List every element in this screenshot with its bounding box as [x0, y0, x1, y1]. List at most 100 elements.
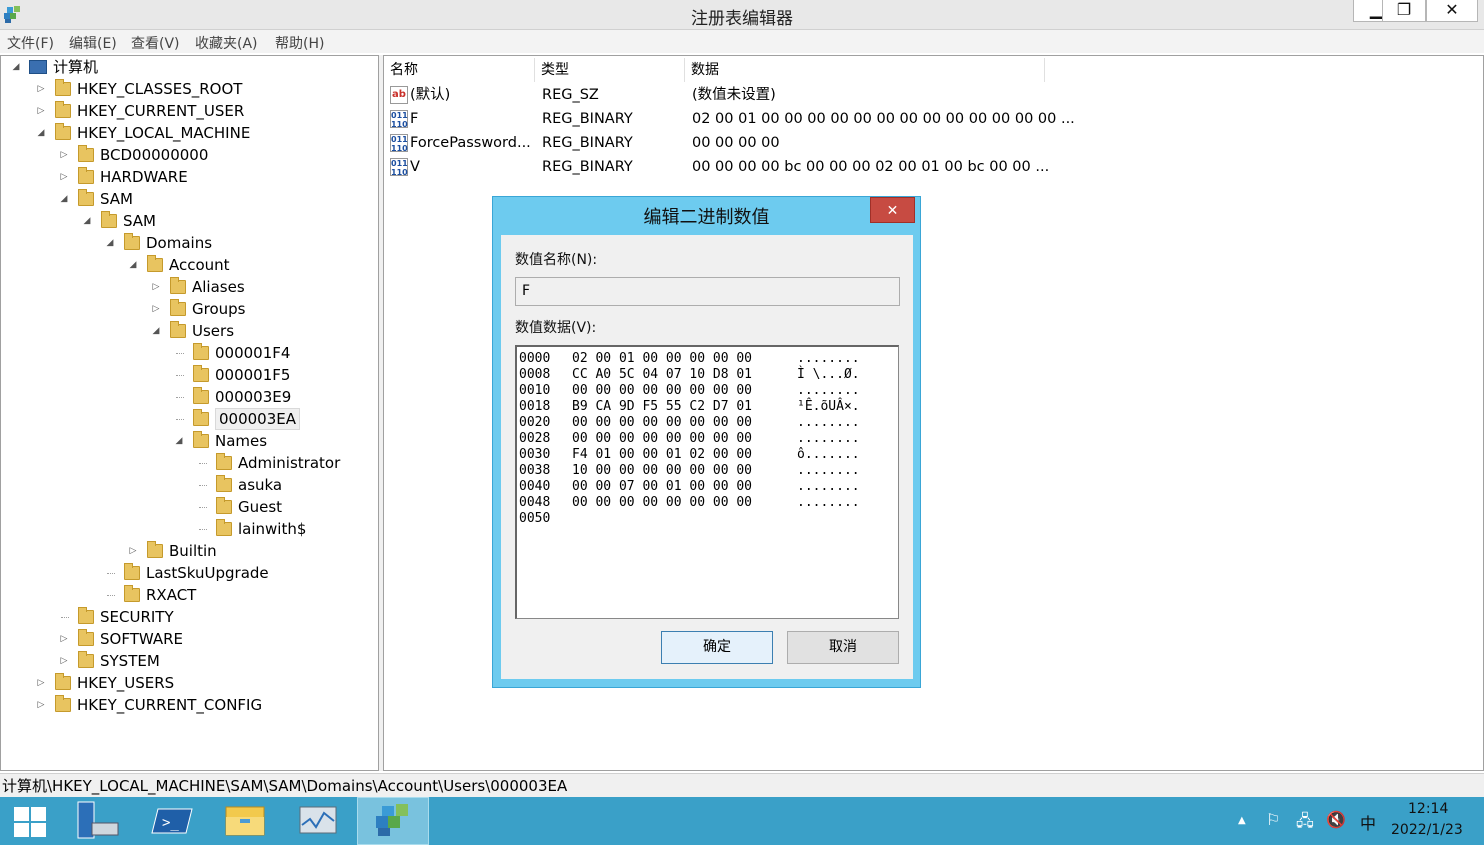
- ime-indicator[interactable]: 中: [1360, 810, 1376, 834]
- clock-time[interactable]: 12:14: [1408, 801, 1448, 817]
- hex-line: 0050: [519, 511, 889, 527]
- hex-offset: 0038: [519, 463, 551, 478]
- collapse-icon[interactable]: ◢: [128, 254, 138, 276]
- volume-muted-icon[interactable]: 🔇: [1326, 810, 1346, 829]
- value-row[interactable]: ab (默认) REG_SZ (数值未设置): [388, 83, 1088, 107]
- folder-icon: [124, 233, 140, 250]
- flag-icon[interactable]: ⚐: [1266, 810, 1280, 829]
- collapse-icon[interactable]: ◢: [105, 232, 115, 254]
- expand-icon[interactable]: ▷: [59, 144, 69, 166]
- hex-bytes: 10 00 00 00 00 00 00 00: [572, 463, 753, 478]
- tree-node[interactable]: 000003E9: [1, 386, 371, 408]
- expand-icon[interactable]: ▷: [59, 628, 69, 650]
- hex-bytes: F4 01 00 00 01 02 00 00: [572, 447, 753, 462]
- show-hidden-icons-icon[interactable]: ▲: [1238, 815, 1246, 826]
- tree-node[interactable]: RXACT: [1, 584, 371, 606]
- network-icon[interactable]: 🖧: [1296, 810, 1314, 837]
- tree-node[interactable]: ▷ Groups: [1, 298, 371, 320]
- menu-favorites[interactable]: 收藏夹(A): [195, 33, 258, 53]
- tree-root[interactable]: ◢ 计算机: [1, 56, 201, 78]
- folder-icon: [216, 497, 232, 514]
- tree-node[interactable]: 000001F5: [1, 364, 371, 386]
- tree-node[interactable]: ▷ SYSTEM: [1, 650, 371, 672]
- collapse-icon[interactable]: ◢: [36, 122, 46, 144]
- column-header-data[interactable]: 数据: [685, 58, 1045, 82]
- value-name-field[interactable]: F: [515, 277, 900, 306]
- cancel-button[interactable]: 取消: [787, 631, 899, 664]
- tree-node[interactable]: ▷ HKEY_CLASSES_ROOT: [1, 78, 371, 100]
- registry-editor-taskbar-icon[interactable]: [357, 797, 429, 845]
- tree-node[interactable]: ▷ HARDWARE: [1, 166, 371, 188]
- tree-node[interactable]: lainwith$: [1, 518, 371, 540]
- tree-node[interactable]: SECURITY: [1, 606, 371, 628]
- expand-icon[interactable]: ▷: [36, 672, 46, 694]
- expand-icon[interactable]: ▷: [59, 650, 69, 672]
- start-icon[interactable]: [12, 805, 46, 837]
- tree-node-label: 000001F4: [215, 344, 291, 362]
- collapse-icon[interactable]: ◢: [59, 188, 69, 210]
- value-name-label: 数值名称(N):: [515, 252, 598, 268]
- menu-bar: 文件(F) 编辑(E) 查看(V) 收藏夹(A) 帮助(H): [0, 30, 1484, 53]
- ok-button[interactable]: 确定: [661, 631, 773, 664]
- dialog-close-button[interactable]: ✕: [870, 197, 915, 223]
- tree-node[interactable]: ▷ Aliases: [1, 276, 371, 298]
- hex-offset: 0008: [519, 367, 551, 382]
- tree-node[interactable]: Guest: [1, 496, 371, 518]
- tree-node[interactable]: ◢ SAM: [1, 210, 371, 232]
- title-bar: 注册表编辑器 ▁ ❐ ✕: [0, 0, 1484, 30]
- clock-date[interactable]: 2022/1/23: [1391, 822, 1463, 838]
- column-header-type[interactable]: 类型: [535, 58, 685, 82]
- menu-view[interactable]: 查看(V): [131, 33, 180, 53]
- tree-node[interactable]: ▷ HKEY_CURRENT_USER: [1, 100, 371, 122]
- menu-help[interactable]: 帮助(H): [275, 33, 324, 53]
- value-row[interactable]: 011 110 F REG_BINARY 02 00 01 00 00 00 00 0…: [388, 107, 1088, 131]
- hex-offset: 0030: [519, 447, 551, 462]
- column-header-name[interactable]: 名称: [384, 58, 535, 82]
- tree-node[interactable]: ▷ BCD00000000: [1, 144, 371, 166]
- value-type: REG_SZ: [542, 87, 599, 103]
- menu-edit[interactable]: 编辑(E): [69, 33, 117, 53]
- expand-icon[interactable]: ▷: [128, 540, 138, 562]
- tree-node[interactable]: ◢ Users: [1, 320, 371, 342]
- tree-node[interactable]: 000003EA: [1, 408, 371, 430]
- collapse-icon[interactable]: ◢: [82, 210, 92, 232]
- expand-icon[interactable]: ▷: [36, 100, 46, 122]
- tree-node[interactable]: LastSkuUpgrade: [1, 562, 371, 584]
- value-name: F: [410, 111, 419, 127]
- close-button[interactable]: ✕: [1426, 0, 1478, 22]
- menu-file[interactable]: 文件(F): [7, 33, 54, 53]
- powershell-icon[interactable]: >_: [140, 797, 208, 845]
- hex-line: 0028 00 00 00 00 00 00 00 00........: [519, 431, 889, 447]
- expand-icon[interactable]: ▷: [36, 78, 46, 100]
- tree-node[interactable]: ◢ Domains: [1, 232, 371, 254]
- tree-node[interactable]: ▷ SOFTWARE: [1, 628, 371, 650]
- collapse-icon[interactable]: ◢: [174, 430, 184, 452]
- hex-bytes: 02 00 01 00 00 00 00 00: [572, 351, 753, 366]
- expand-icon[interactable]: ▷: [36, 694, 46, 716]
- tree-node[interactable]: asuka: [1, 474, 371, 496]
- value-row[interactable]: 011 110 ForcePassword... REG_BINARY 00 00 0…: [388, 131, 1088, 155]
- collapse-icon[interactable]: ◢: [11, 56, 21, 78]
- tree-node[interactable]: ▷ HKEY_USERS: [1, 672, 371, 694]
- restore-button[interactable]: ❐: [1382, 0, 1426, 22]
- string-value-icon: ab: [390, 86, 408, 104]
- value-row[interactable]: 011 110 V REG_BINARY 00 00 00 00 bc 00 00 0…: [388, 155, 1088, 179]
- key-tree[interactable]: ◢ 计算机 ▷ HKEY_CLASSES_ROOT ▷ HKEY_CURRENT_US…: [0, 55, 379, 771]
- collapse-icon[interactable]: ◢: [151, 320, 161, 342]
- tree-node[interactable]: ▷ Builtin: [1, 540, 371, 562]
- performance-monitor-icon[interactable]: [284, 797, 352, 845]
- server-manager-icon[interactable]: [64, 797, 132, 845]
- hex-editor[interactable]: 0000 02 00 01 00 00 00 00 00........ 0008 C…: [515, 345, 899, 619]
- value-data: 00 00 00 00: [692, 135, 780, 151]
- tree-node[interactable]: 000001F4: [1, 342, 371, 364]
- file-explorer-icon[interactable]: [212, 797, 280, 845]
- tree-node[interactable]: Administrator: [1, 452, 371, 474]
- expand-icon[interactable]: ▷: [151, 298, 161, 320]
- tree-node[interactable]: ◢ SAM: [1, 188, 371, 210]
- tree-node[interactable]: ◢ HKEY_LOCAL_MACHINE: [1, 122, 371, 144]
- tree-node[interactable]: ◢ Names: [1, 430, 371, 452]
- tree-node[interactable]: ◢ Account: [1, 254, 371, 276]
- tree-node[interactable]: ▷ HKEY_CURRENT_CONFIG: [1, 694, 371, 716]
- expand-icon[interactable]: ▷: [59, 166, 69, 188]
- expand-icon[interactable]: ▷: [151, 276, 161, 298]
